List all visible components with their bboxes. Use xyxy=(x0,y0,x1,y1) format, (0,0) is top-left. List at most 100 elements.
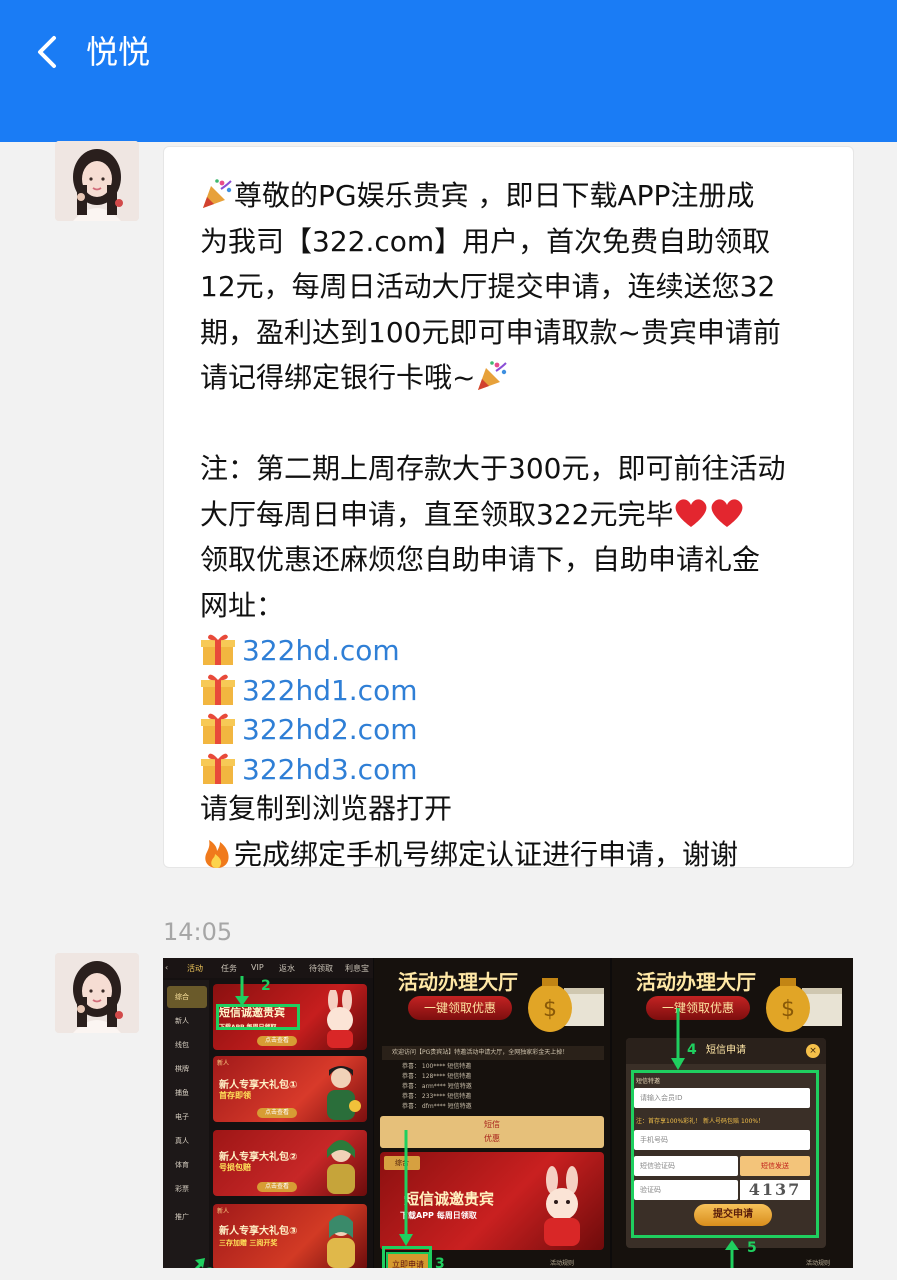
sender-avatar[interactable] xyxy=(55,953,139,1033)
category-item[interactable]: 真人 xyxy=(167,1130,207,1152)
character-icon xyxy=(327,1215,355,1268)
dialog-title: 短信申请 xyxy=(626,1038,826,1064)
winner-row: 恭喜： arm**** 短信特邀 xyxy=(402,1083,472,1090)
close-icon[interactable]: × xyxy=(806,1044,820,1058)
category-item[interactable]: 综合 xyxy=(167,986,207,1008)
category-item[interactable]: 新人 xyxy=(167,1010,207,1032)
message-line: 请复制到浏览器打开 xyxy=(200,792,453,825)
message-bubble: 尊敬的PG娱乐贵宾 ，即日下载APP注册成 为我司【322.com】用户，首次免… xyxy=(163,146,854,871)
money-bag-icon: $ xyxy=(766,978,842,1032)
rabbit-mascot-icon xyxy=(327,990,353,1048)
gift-icon xyxy=(201,634,235,665)
promo-card-subtitle: 首存即领 xyxy=(219,1091,251,1100)
gift-icon xyxy=(201,713,235,744)
svg-text:$: $ xyxy=(781,997,795,1022)
category-item[interactable]: 推广 xyxy=(167,1206,207,1228)
promo-card[interactable]: 新人 新人专享大礼包③ 三存加赠 三阅开奖 xyxy=(213,1204,367,1270)
gift-link[interactable]: 322hd2.com xyxy=(242,713,417,746)
back-arrow-icon[interactable] xyxy=(30,30,70,74)
highlight-box xyxy=(631,1070,819,1238)
message-line: 为我司【322.com】用户，首次免费自助领取 xyxy=(200,224,771,258)
tab-pending[interactable]: 待领取 xyxy=(309,963,333,974)
step-marker: 4 xyxy=(687,1042,697,1058)
view-button[interactable]: 点击查看 xyxy=(257,1182,297,1192)
arrow-down-icon xyxy=(671,1008,685,1070)
promo-card-subtitle: 三存加赠 三阅开奖 xyxy=(219,1239,278,1247)
message-line: 期，盈利达到100元即可申请取款~贵宾申请前 xyxy=(200,315,781,349)
sms-offer-tab[interactable]: 短信 优惠 xyxy=(380,1116,604,1148)
link-row[interactable]: 322hd3.com xyxy=(200,747,840,787)
message-line: 完成绑定手机号绑定认证进行申请，谢谢 xyxy=(200,832,840,878)
back-icon[interactable]: ‹ xyxy=(165,963,168,972)
step-marker: 5 xyxy=(747,1240,757,1256)
chat-title: 悦悦 xyxy=(86,33,151,71)
message-line: 请记得绑定银行卡哦~ xyxy=(200,355,840,401)
rabbit-mascot-icon xyxy=(544,1166,580,1246)
link-row[interactable]: 322hd1.com xyxy=(200,668,840,708)
promo-card[interactable]: 新人 新人专享大礼包① 首存即领 点击查看 xyxy=(213,1056,367,1122)
new-badge: 新人 xyxy=(217,1208,230,1215)
promo-card-title: 新人专享大礼包③ xyxy=(219,1226,298,1237)
bottom-edge xyxy=(0,1268,897,1280)
view-button[interactable]: 点击查看 xyxy=(257,1036,297,1046)
promo-banner[interactable]: 综合 短信诚邀贵宾 下载APP 每周日领取 xyxy=(380,1152,604,1250)
hall-title: 活动办理大厅 xyxy=(636,970,756,994)
category-item[interactable]: 体育 xyxy=(167,1154,207,1176)
link-row[interactable]: 322hd2.com xyxy=(200,707,840,747)
tab-events[interactable]: 活动 xyxy=(187,963,203,974)
fire-icon xyxy=(205,839,229,868)
promo-card-title: 新人专享大礼包① xyxy=(219,1080,298,1091)
gift-link[interactable]: 322hd.com xyxy=(242,634,400,667)
arrow-down-icon xyxy=(235,976,249,1006)
money-bag-icon: $ xyxy=(528,978,604,1032)
character-icon xyxy=(327,1066,361,1120)
top-bar: 悦悦 xyxy=(0,0,897,142)
winner-row: 恭喜： 128**** 短信特邀 xyxy=(402,1073,472,1080)
message-line: 注：第二期上周存款大于300元，即可前往活动 xyxy=(200,452,786,485)
rules-link[interactable]: 活动规则 xyxy=(550,1258,574,1267)
heart-icon xyxy=(712,498,743,527)
gift-link[interactable]: 322hd1.com xyxy=(242,674,417,707)
winner-row: 恭喜： 233**** 短信特邀 xyxy=(402,1093,472,1100)
image-message[interactable]: ‹ 活动 任务 VIP 返水 待领取 利息宝 综合 新人 线包 棋牌 捕鱼 电子… xyxy=(163,958,853,1280)
category-item[interactable]: 电子 xyxy=(167,1106,207,1128)
promo-card[interactable]: 新人专享大礼包② 号损包赔 点击查看 xyxy=(213,1130,367,1196)
message-timestamp: 14:05 xyxy=(163,918,233,946)
highlight-box xyxy=(216,1004,300,1030)
link-row[interactable]: 322hd.com xyxy=(200,628,840,668)
tab-vip[interactable]: VIP xyxy=(251,963,264,972)
sender-avatar[interactable] xyxy=(55,141,139,221)
heart-icon xyxy=(676,498,707,527)
promo-card-subtitle: 号损包赔 xyxy=(219,1163,251,1172)
rules-link[interactable]: 活动规则 xyxy=(806,1258,830,1267)
step-marker: 2 xyxy=(261,978,271,994)
tab-rebate[interactable]: 返水 xyxy=(279,963,295,974)
message-line-text: 大厅每周日申请，直至领取322元完毕 xyxy=(200,497,674,531)
svg-text:$: $ xyxy=(543,997,557,1022)
winner-row: 恭喜： 100**** 短信特邀 xyxy=(402,1063,472,1070)
message-line: 12元，每周日活动大厅提交申请，连续送您32 xyxy=(200,270,776,303)
sms-offer-label: 优惠 xyxy=(484,1134,500,1143)
message-line: 领取优惠还麻烦您自助申请下，自助申请礼金 xyxy=(200,543,761,576)
promo-card-title: 新人专享大礼包② xyxy=(219,1152,298,1163)
category-item[interactable]: 彩票 xyxy=(167,1178,207,1200)
claim-all-pill[interactable]: 一键领取优惠 xyxy=(646,996,750,1020)
category-item[interactable]: 捕鱼 xyxy=(167,1082,207,1104)
party-popper-icon xyxy=(478,361,508,390)
claim-all-pill[interactable]: 一键领取优惠 xyxy=(408,996,512,1020)
gift-link[interactable]: 322hd3.com xyxy=(242,753,417,786)
view-button[interactable]: 点击查看 xyxy=(257,1108,297,1118)
character-icon xyxy=(327,1140,355,1194)
new-badge: 新人 xyxy=(217,1060,230,1067)
promo-title: 短信诚邀贵宾 xyxy=(404,1190,495,1208)
arrow-down-icon xyxy=(399,1130,413,1246)
category-item[interactable]: 线包 xyxy=(167,1034,207,1056)
tab-interest[interactable]: 利息宝 xyxy=(345,963,369,974)
message-line: 网址： xyxy=(200,588,285,622)
category-item[interactable]: 棋牌 xyxy=(167,1058,207,1080)
tab-tasks[interactable]: 任务 xyxy=(221,963,237,974)
message-line-text: 请记得绑定银行卡哦~ xyxy=(200,361,476,394)
gift-icon xyxy=(201,753,235,784)
message-line: 大厅每周日申请，直至领取322元完毕 xyxy=(200,492,840,538)
